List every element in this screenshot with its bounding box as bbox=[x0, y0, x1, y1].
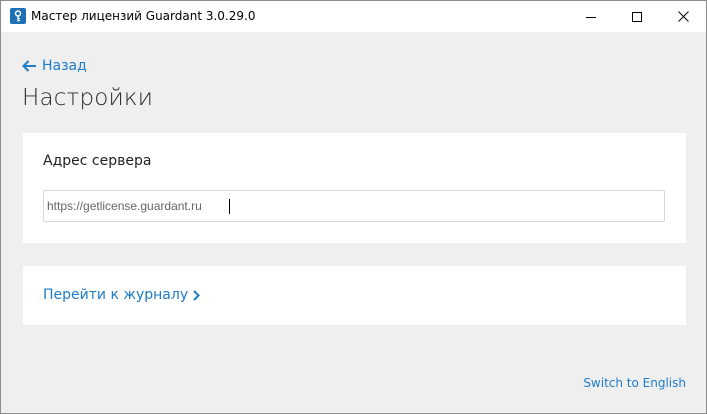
maximize-icon bbox=[632, 11, 642, 22]
text-caret bbox=[229, 199, 230, 214]
title-bar[interactable]: Мастер лицензий Guardant 3.0.29.0 bbox=[1, 1, 706, 32]
switch-language-link[interactable]: Switch to English bbox=[583, 376, 686, 390]
server-address-label: Адрес сервера bbox=[43, 153, 152, 169]
arrow-left-icon bbox=[22, 60, 42, 72]
close-button[interactable] bbox=[660, 1, 706, 32]
app-window: Мастер лицензий Guardant 3.0.29.0 Назад … bbox=[0, 0, 707, 414]
page-title: Настройки bbox=[22, 85, 154, 111]
back-link-label: Назад bbox=[42, 58, 87, 74]
server-settings-card: Адрес сервера bbox=[23, 133, 686, 243]
window-title: Мастер лицензий Guardant 3.0.29.0 bbox=[31, 9, 256, 23]
minimize-icon bbox=[586, 12, 596, 22]
back-link[interactable]: Назад bbox=[22, 58, 87, 74]
chevron-right-icon bbox=[188, 289, 201, 301]
close-icon bbox=[677, 11, 689, 22]
server-address-input[interactable] bbox=[43, 190, 665, 222]
journal-link-label: Перейти к журналу bbox=[43, 287, 189, 303]
maximize-button[interactable] bbox=[614, 1, 660, 32]
journal-card: Перейти к журналу bbox=[23, 266, 686, 325]
open-journal-link[interactable]: Перейти к журналу bbox=[43, 287, 201, 303]
minimize-button[interactable] bbox=[568, 1, 614, 32]
key-icon bbox=[10, 8, 26, 24]
